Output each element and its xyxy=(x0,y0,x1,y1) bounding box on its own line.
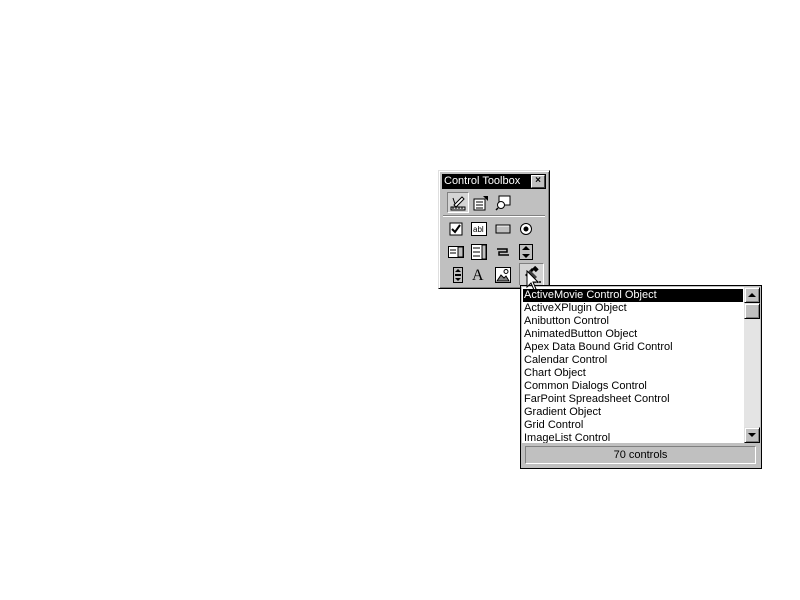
combo-box-icon xyxy=(471,243,487,260)
toolbox-titlebar[interactable]: Control Toolbox × xyxy=(442,174,546,189)
scroll-up-arrow-icon xyxy=(748,293,756,297)
scroll-thumb[interactable] xyxy=(744,303,760,319)
controls-list[interactable]: ActiveMovie Control Object ActiveXPlugin… xyxy=(522,287,744,443)
command-button-tool[interactable] xyxy=(494,220,512,237)
option-button-tool[interactable] xyxy=(517,220,535,237)
properties-icon xyxy=(473,195,488,210)
scroll-up-button[interactable] xyxy=(744,287,760,303)
list-item[interactable]: Chart Object xyxy=(523,367,743,380)
view-code-icon xyxy=(495,195,511,211)
check-box-icon xyxy=(449,222,463,235)
more-controls-dropdown: ActiveMovie Control Object ActiveXPlugin… xyxy=(520,285,762,469)
toolbox-separator xyxy=(443,215,545,217)
list-item[interactable]: Grid Control xyxy=(523,419,743,432)
image-icon xyxy=(495,266,511,283)
list-item[interactable]: FarPoint Spreadsheet Control xyxy=(523,393,743,406)
design-mode-button[interactable] xyxy=(447,192,469,213)
list-item[interactable]: Anibutton Control xyxy=(523,315,743,328)
image-tool[interactable] xyxy=(494,266,512,283)
close-icon: × xyxy=(535,175,541,186)
text-box-tool[interactable]: abl xyxy=(470,220,488,237)
controls-count-status: 70 controls xyxy=(525,446,756,464)
list-item[interactable]: ImageList Control xyxy=(523,432,743,443)
design-mode-icon xyxy=(450,195,466,210)
toolbox-title: Control Toolbox xyxy=(444,175,521,187)
list-box-icon xyxy=(448,245,464,258)
toggle-button-tool[interactable] xyxy=(494,243,512,260)
combo-box-tool[interactable] xyxy=(470,243,488,260)
properties-button[interactable] xyxy=(472,194,490,211)
list-item[interactable]: ActiveXPlugin Object xyxy=(523,302,743,315)
spin-button-tool[interactable] xyxy=(517,243,535,260)
label-icon: A xyxy=(472,267,484,282)
list-item[interactable]: ActiveMovie Control Object xyxy=(523,289,743,302)
list-item[interactable]: Gradient Object xyxy=(523,406,743,419)
label-glyph: A xyxy=(472,267,484,282)
scroll-down-arrow-icon xyxy=(748,433,756,437)
view-code-button[interactable] xyxy=(494,194,512,211)
scroll-bar-tool[interactable] xyxy=(449,266,467,283)
mouse-pointer-icon xyxy=(526,270,540,291)
scroll-down-button[interactable] xyxy=(744,427,760,443)
command-button-icon xyxy=(495,224,511,233)
scroll-bar-icon xyxy=(453,266,463,283)
toggle-button-icon xyxy=(497,247,509,256)
text-box-icon: abl xyxy=(471,221,487,236)
close-button[interactable]: × xyxy=(531,175,545,188)
label-tool[interactable]: A xyxy=(470,265,488,282)
vertical-scrollbar[interactable] xyxy=(744,287,760,443)
check-box-tool[interactable] xyxy=(447,220,465,237)
list-item[interactable]: Apex Data Bound Grid Control xyxy=(523,341,743,354)
list-item[interactable]: AnimatedButton Object xyxy=(523,328,743,341)
list-box-tool[interactable] xyxy=(447,243,465,260)
list-item[interactable]: Common Dialogs Control xyxy=(523,380,743,393)
text-box-glyph: abl xyxy=(473,225,484,234)
option-button-icon xyxy=(520,222,532,235)
spin-button-icon xyxy=(519,243,533,260)
list-item[interactable]: Calendar Control xyxy=(523,354,743,367)
